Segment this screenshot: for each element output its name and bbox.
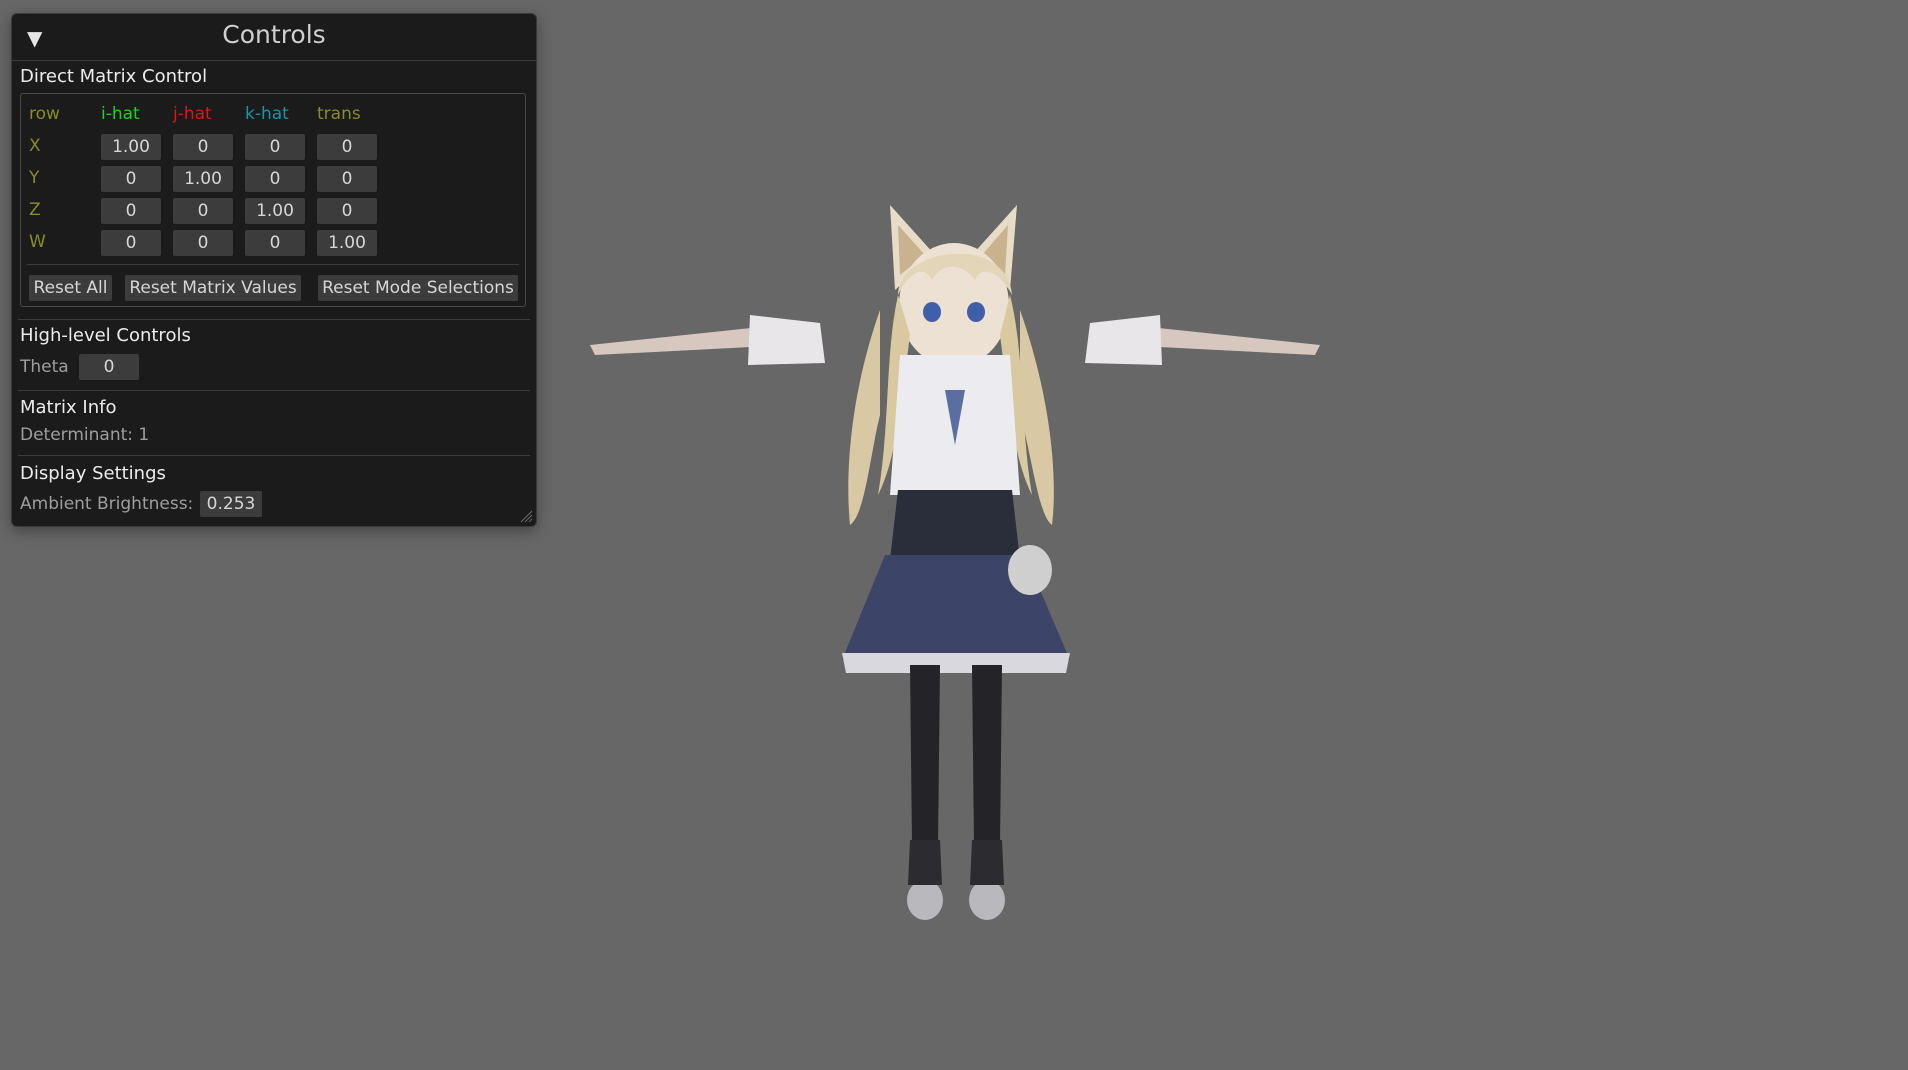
matrix-cell-x-trans[interactable]: 0	[317, 134, 377, 160]
left-shoe	[907, 880, 943, 920]
header-k-hat: k-hat	[245, 104, 289, 124]
section-divider	[18, 390, 530, 391]
matrix-info-title: Matrix Info	[20, 397, 117, 418]
reset-all-button[interactable]: Reset All	[29, 275, 112, 301]
high-level-title: High-level Controls	[20, 325, 191, 346]
right-shoe	[969, 880, 1005, 920]
header-i-hat: i-hat	[101, 104, 140, 124]
character-model	[590, 205, 1320, 920]
ambient-brightness-input[interactable]: 0.253	[200, 491, 262, 517]
section-divider	[18, 455, 530, 456]
matrix-table: row i-hat j-hat k-hat trans X 1.00 0 0 0…	[20, 93, 526, 307]
row-label-z: Z	[29, 200, 41, 220]
left-sleeve	[748, 315, 825, 365]
matrix-cell-y-i[interactable]: 0	[101, 166, 161, 192]
matrix-cell-z-trans[interactable]: 0	[317, 198, 377, 224]
matrix-cell-z-j[interactable]: 0	[173, 198, 233, 224]
reset-mode-selections-button[interactable]: Reset Mode Selections	[318, 275, 518, 301]
corset	[890, 490, 1020, 560]
header-row-label: row	[29, 104, 60, 124]
matrix-cell-x-i[interactable]: 1.00	[101, 134, 161, 160]
header-j-hat: j-hat	[173, 104, 212, 124]
display-settings-title: Display Settings	[20, 463, 166, 484]
matrix-cell-w-trans[interactable]: 1.00	[317, 230, 377, 256]
row-label-w: W	[29, 232, 46, 252]
row-label-y: Y	[29, 168, 40, 188]
matrix-cell-y-k[interactable]: 0	[245, 166, 305, 192]
panel-header[interactable]: ▼ Controls	[12, 14, 536, 61]
determinant-text: Determinant: 1	[20, 425, 150, 445]
matrix-cell-w-j[interactable]: 0	[173, 230, 233, 256]
matrix-cell-x-j[interactable]: 0	[173, 134, 233, 160]
3d-viewport[interactable]: ▼ Controls Direct Matrix Control row i-h…	[0, 0, 1908, 1070]
direct-matrix-title: Direct Matrix Control	[20, 66, 208, 87]
matrix-divider	[27, 264, 519, 265]
theta-label: Theta	[20, 357, 69, 377]
row-label-x: X	[29, 136, 41, 156]
ambient-brightness-label: Ambient Brightness:	[20, 494, 194, 514]
theta-input[interactable]: 0	[79, 354, 139, 380]
reset-matrix-values-button[interactable]: Reset Matrix Values	[125, 275, 301, 301]
right-sleeve	[1085, 315, 1162, 365]
matrix-cell-z-k[interactable]: 1.00	[245, 198, 305, 224]
panel-title: Controls	[222, 20, 326, 49]
matrix-cell-y-j[interactable]: 1.00	[173, 166, 233, 192]
header-trans: trans	[317, 104, 361, 124]
matrix-cell-w-i[interactable]: 0	[101, 230, 161, 256]
controls-panel: ▼ Controls Direct Matrix Control row i-h…	[11, 13, 537, 527]
section-divider	[18, 319, 530, 320]
matrix-cell-w-k[interactable]: 0	[245, 230, 305, 256]
matrix-cell-y-trans[interactable]: 0	[317, 166, 377, 192]
resize-grip-icon[interactable]	[519, 509, 533, 523]
right-leg	[972, 665, 1002, 845]
left-leg	[910, 665, 940, 845]
matrix-cell-z-i[interactable]: 0	[101, 198, 161, 224]
matrix-cell-x-k[interactable]: 0	[245, 134, 305, 160]
